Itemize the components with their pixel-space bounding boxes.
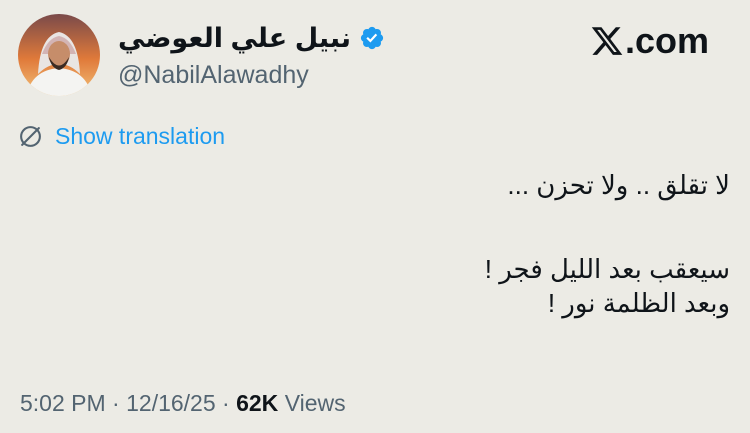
brand-logo: .com (590, 20, 709, 62)
post-line: لا تقلق .. ولا تحزن ... (507, 170, 730, 200)
views-count[interactable]: 62K (236, 390, 278, 416)
views-label: Views (284, 390, 346, 416)
brand-domain: .com (625, 20, 710, 61)
globe-icon (20, 126, 41, 147)
username-handle[interactable]: @NabilAlawadhy (118, 61, 385, 90)
show-translation-label[interactable]: Show translation (55, 123, 225, 150)
avatar[interactable] (18, 14, 100, 96)
post-time[interactable]: 5:02 PM (20, 390, 106, 416)
name-row: نبيل علي العوضي (118, 20, 385, 56)
x-logo-icon (591, 27, 623, 55)
author-header: نبيل علي العوضي @NabilAlawadhy (118, 20, 385, 90)
profile-photo (18, 14, 100, 96)
verified-badge-icon (360, 26, 384, 50)
post-date[interactable]: 12/16/25 (126, 390, 216, 416)
post-spacer (30, 202, 730, 252)
meta-separator: · (112, 390, 120, 416)
display-name[interactable]: نبيل علي العوضي (118, 23, 351, 54)
show-translation-link[interactable]: Show translation (18, 123, 225, 150)
post-metadata: 5:02 PM · 12/16/25 · 62K Views (20, 390, 346, 417)
post-card: نبيل علي العوضي @NabilAlawadhy .com Show… (0, 0, 750, 433)
post-text: لا تقلق .. ولا تحزن ... سيعقب بعد الليل … (30, 168, 730, 320)
post-line: وبعد الظلمة نور ! (547, 288, 730, 318)
post-line: سيعقب بعد الليل فجر ! (484, 254, 730, 284)
meta-separator: · (222, 390, 230, 416)
